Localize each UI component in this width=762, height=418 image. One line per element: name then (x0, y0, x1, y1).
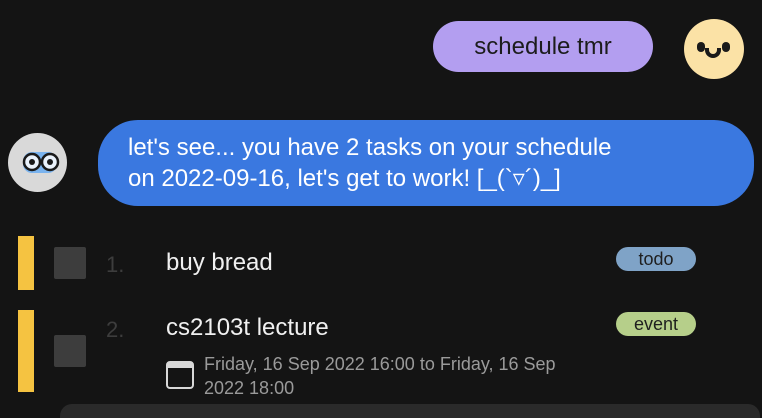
task-description: cs2103t lecture (166, 314, 329, 341)
bot-message-line-2: on 2022-09-16, let's get to work! [_(`▿´… (128, 165, 561, 192)
task-item: 1. buy bread todo (0, 236, 762, 290)
task-item: 2. cs2103t lecture event Friday, 16 Sep … (0, 310, 762, 400)
bot-avatar (8, 133, 67, 192)
user-message-text: schedule tmr (474, 32, 612, 60)
bot-message-bubble: let's see... you have 2 tasks on your sc… (98, 120, 754, 206)
user-message-bubble: schedule tmr (433, 21, 653, 72)
task-date-text: Friday, 16 Sep 2022 16:00 to Friday, 16 … (204, 352, 624, 400)
task-description: buy bread (166, 249, 273, 276)
calendar-icon (166, 361, 194, 389)
task-type-badge: todo (616, 247, 696, 271)
task-index: 2. (106, 317, 125, 342)
glasses-bot-icon (22, 152, 60, 173)
bot-message-line-1: let's see... you have 2 tasks on your sc… (128, 134, 612, 161)
input-area-edge (60, 404, 760, 418)
task-accent-bar (18, 236, 34, 290)
task-type-badge: event (616, 312, 696, 336)
task-accent-bar (18, 310, 34, 392)
task-index: 1. (106, 252, 125, 277)
user-avatar (684, 19, 744, 79)
task-checkbox[interactable] (54, 247, 86, 279)
task-date-line-1: Friday, 16 Sep 2022 16:00 to Friday, 16 … (204, 354, 556, 374)
task-date-line-2: 2022 18:00 (204, 378, 295, 398)
task-checkbox[interactable] (54, 335, 86, 367)
